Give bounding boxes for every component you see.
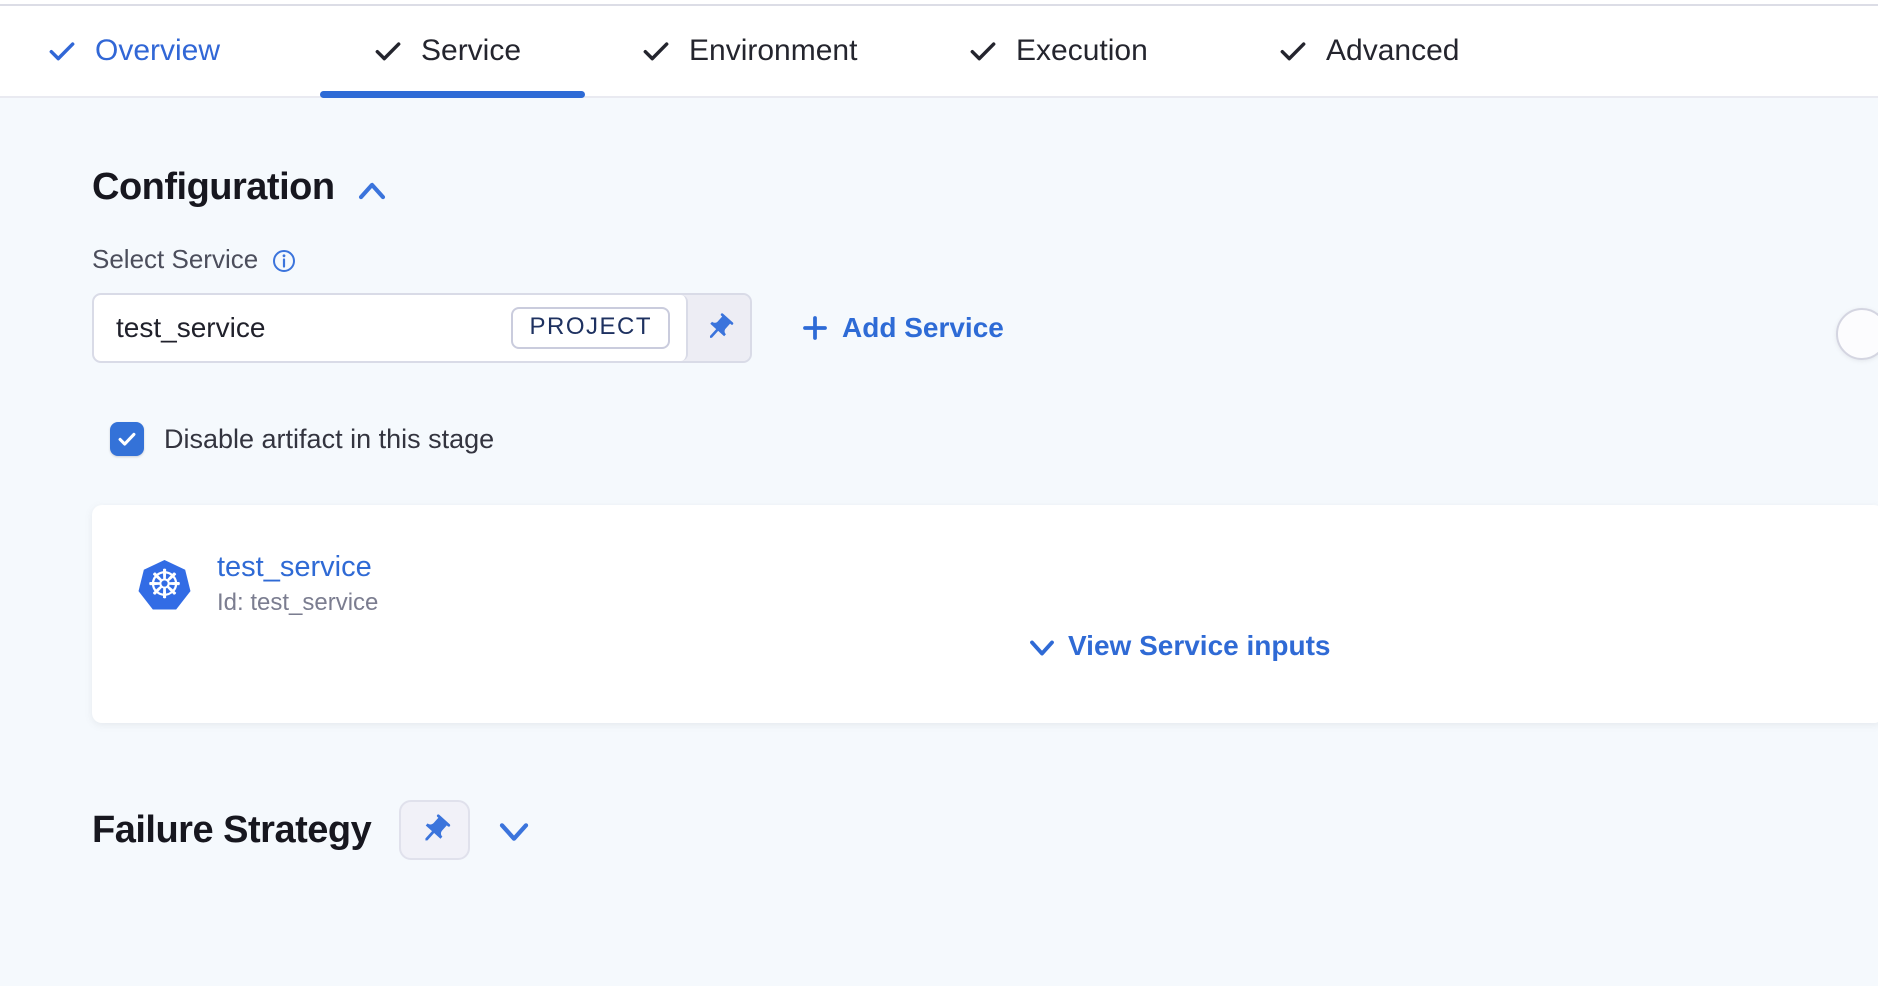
stage-config-page: Overview Service Environment Execution A… — [0, 0, 1878, 986]
pin-icon — [418, 813, 452, 847]
tab-overview[interactable]: Overview — [46, 6, 220, 96]
chevron-up-icon[interactable] — [357, 180, 387, 202]
edge-nav-button[interactable] — [1836, 308, 1878, 360]
check-icon — [1277, 35, 1309, 67]
service-id-text: Id: test_service — [217, 589, 378, 617]
tab-service[interactable]: Service — [372, 6, 521, 96]
service-name-link[interactable]: test_service — [217, 551, 372, 584]
tab-label: Environment — [689, 34, 857, 68]
pin-service-button[interactable] — [688, 295, 750, 361]
tab-label: Overview — [95, 34, 220, 68]
tab-execution[interactable]: Execution — [967, 6, 1148, 96]
tab-label: Execution — [1016, 34, 1148, 68]
tab-label: Service — [421, 34, 521, 68]
add-service-label: Add Service — [842, 312, 1004, 344]
chevron-down-icon[interactable] — [498, 820, 530, 844]
chevron-down-icon — [1028, 638, 1056, 658]
configuration-title: Configuration — [92, 166, 335, 209]
check-icon — [116, 428, 138, 450]
pin-icon — [703, 312, 735, 344]
select-service-label: Select Service — [92, 244, 258, 275]
failure-strategy-title: Failure Strategy — [92, 809, 371, 852]
disable-artifact-checkbox[interactable] — [110, 422, 144, 456]
tab-advanced[interactable]: Advanced — [1277, 6, 1459, 96]
plus-icon — [800, 313, 830, 343]
failure-strategy-pin-button[interactable] — [399, 800, 470, 860]
service-select-value-area[interactable]: test_service PROJECT — [94, 295, 688, 361]
service-card: ☸ test_service Id: test_service View Ser… — [92, 505, 1878, 723]
check-icon — [46, 35, 78, 67]
disable-artifact-row[interactable]: Disable artifact in this stage — [110, 422, 494, 456]
disable-artifact-label: Disable artifact in this stage — [164, 424, 494, 455]
tab-label: Advanced — [1326, 34, 1459, 68]
scope-badge: PROJECT — [511, 307, 670, 349]
view-service-inputs-label: View Service inputs — [1068, 630, 1331, 662]
active-tab-indicator — [320, 91, 585, 98]
failure-strategy-header: Failure Strategy — [92, 800, 530, 860]
kubernetes-icon: ☸ — [138, 560, 191, 611]
check-icon — [372, 35, 404, 67]
check-icon — [640, 35, 672, 67]
view-service-inputs-button[interactable]: View Service inputs — [1028, 630, 1331, 662]
info-icon[interactable] — [272, 249, 296, 273]
service-select-control[interactable]: test_service PROJECT — [92, 293, 752, 363]
check-icon — [967, 35, 999, 67]
add-service-button[interactable]: Add Service — [800, 303, 1004, 353]
select-service-label-row: Select Service — [92, 244, 296, 275]
stage-tabbar: Overview Service Environment Execution A… — [0, 6, 1878, 98]
tab-environment[interactable]: Environment — [640, 6, 857, 96]
configuration-section-header: Configuration — [92, 166, 387, 209]
selected-service-value: test_service — [116, 312, 265, 344]
